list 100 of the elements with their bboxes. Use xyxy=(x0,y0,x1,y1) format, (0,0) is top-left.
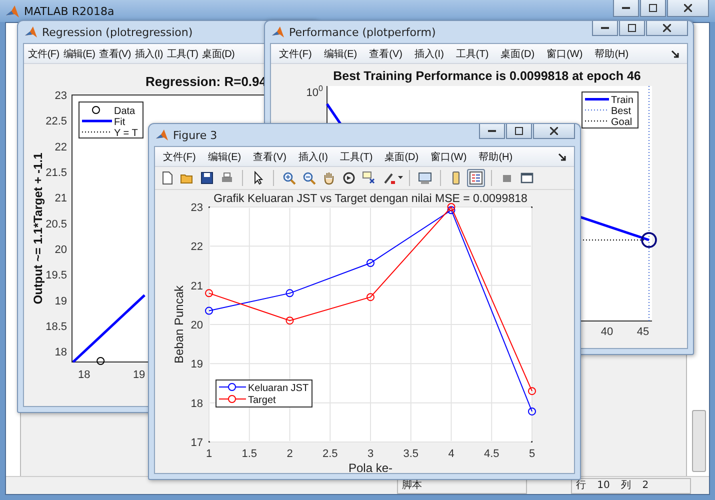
window-title: MATLAB R2018a xyxy=(24,4,114,18)
maximize-button[interactable] xyxy=(640,0,666,17)
tick-label: 18.5 xyxy=(46,321,67,334)
close-icon xyxy=(684,4,692,12)
window-title: Figure 3 xyxy=(173,128,218,142)
tick-label: 1 xyxy=(206,448,212,460)
data-point xyxy=(286,289,294,298)
matlab-logo-icon xyxy=(25,26,37,38)
dock-arrow-icon[interactable] xyxy=(558,152,566,160)
maximize-icon xyxy=(649,4,657,12)
matlab-logo-icon xyxy=(272,26,284,38)
dock-arrow-icon[interactable] xyxy=(671,50,679,58)
tick-label: 4.5 xyxy=(484,448,500,460)
menu-item[interactable]: 工具(T) xyxy=(340,150,373,164)
data-point xyxy=(286,316,294,325)
menu-item[interactable]: 文件(F) xyxy=(163,150,196,164)
minimize-button[interactable] xyxy=(479,124,505,139)
plot-title: Best Training Performance is 0.0099818 at epoch 46 xyxy=(333,69,641,83)
tick-label: 19 xyxy=(132,369,146,381)
minimize-button[interactable] xyxy=(592,21,618,36)
menu-item[interactable]: 编辑(E) xyxy=(324,46,358,60)
legend-label: Fit xyxy=(114,117,126,128)
scrollbar[interactable] xyxy=(692,410,706,472)
tick-label: 23 xyxy=(54,90,67,102)
legend-label: Data xyxy=(114,106,136,117)
tick-label: 45 xyxy=(636,326,650,338)
tick-label: 2.5 xyxy=(322,448,338,460)
tick-label: 18 xyxy=(190,398,203,410)
tick-label: 19.5 xyxy=(46,270,67,282)
data-point xyxy=(528,407,536,416)
menu-item[interactable]: 桌面(D) xyxy=(202,46,235,60)
tick-label: 20 xyxy=(54,244,67,256)
legend-label: Goal xyxy=(611,117,632,128)
toolbar-button[interactable] xyxy=(198,169,216,187)
tick-label: 23 xyxy=(190,202,203,214)
data-point xyxy=(447,206,456,214)
zoom-out-icon xyxy=(302,171,316,185)
data-point xyxy=(366,293,374,302)
printer-icon xyxy=(220,171,234,185)
close-button[interactable] xyxy=(533,124,575,139)
menu-item[interactable]: 窗口(W) xyxy=(430,150,467,164)
hand-icon xyxy=(322,171,336,185)
tick-label: 22 xyxy=(190,241,203,254)
data-point xyxy=(96,357,105,365)
menu-item[interactable]: 查看(V) xyxy=(253,150,286,164)
tick-label: 2 xyxy=(286,448,293,460)
menu-item[interactable]: 工具(T) xyxy=(166,46,198,60)
menu-item[interactable]: 插入(I) xyxy=(414,46,444,60)
menu-item[interactable]: 插入(I) xyxy=(134,46,163,60)
maximize-icon xyxy=(515,127,523,135)
legend-box xyxy=(582,92,638,128)
tick-label: 40 xyxy=(600,326,614,338)
close-button[interactable] xyxy=(646,21,688,36)
axis-label: Beban Puncak xyxy=(172,285,186,364)
menu-item[interactable]: 窗口(W) xyxy=(546,46,583,60)
matlab-logo-icon xyxy=(156,129,168,141)
tick-label: 20.5 xyxy=(46,218,67,230)
tick-label: 1.5 xyxy=(242,448,258,460)
maximize-button[interactable] xyxy=(619,21,645,36)
close-button[interactable] xyxy=(667,0,709,17)
toolbar-button[interactable] xyxy=(467,169,485,187)
close-icon xyxy=(550,127,558,135)
caret-icon[interactable] xyxy=(398,176,403,180)
minimize-icon xyxy=(488,130,496,132)
legend-label: Keluaran JST xyxy=(248,383,309,394)
tick-label: 21 xyxy=(190,280,203,292)
best-point-marker xyxy=(641,232,657,248)
menu-item[interactable]: 文件(F) xyxy=(28,46,60,60)
minimize-icon xyxy=(622,6,630,10)
legend-marker xyxy=(218,383,246,391)
minimize-button[interactable] xyxy=(613,0,639,17)
axis-label: Pola ke- xyxy=(348,461,393,472)
menu-item[interactable]: 工具(T) xyxy=(456,46,489,60)
monitor-icon xyxy=(418,171,432,185)
axis-label: Output ~= 1.1*Target + -1.1 xyxy=(31,152,45,304)
legend-label: Y = T xyxy=(114,128,138,139)
menu-item[interactable]: 文件(F) xyxy=(279,46,312,60)
menu-item[interactable]: 插入(I) xyxy=(298,150,328,164)
menu-item[interactable]: 编辑(E) xyxy=(63,46,96,60)
brush-icon xyxy=(382,171,396,185)
legend-line xyxy=(82,120,112,122)
tick-label: 18 xyxy=(54,346,67,359)
menu-item[interactable]: 桌面(D) xyxy=(384,150,419,164)
tick-label: 3.5 xyxy=(403,448,419,460)
legend-label: Best xyxy=(611,106,632,117)
maximize-icon xyxy=(628,24,636,32)
menu-item[interactable]: 桌面(D) xyxy=(500,46,535,60)
window-title: Performance (plotperform) xyxy=(289,26,436,38)
tick-label: 21 xyxy=(54,192,67,205)
matlab-logo-icon xyxy=(6,4,19,18)
maximize-button[interactable] xyxy=(506,124,532,139)
tick-label: 20 xyxy=(190,320,203,332)
tick-label: 10$^{0}$ xyxy=(306,84,323,99)
menu-item[interactable]: 查看(V) xyxy=(369,46,402,60)
data-point xyxy=(205,306,213,315)
menu-item[interactable]: 帮助(H) xyxy=(478,150,513,164)
tick-label: 22.5 xyxy=(46,116,67,128)
menu-item[interactable]: 查看(V) xyxy=(99,46,131,60)
menu-item[interactable]: 编辑(E) xyxy=(208,150,242,164)
menu-item[interactable]: 帮助(H) xyxy=(594,46,629,60)
